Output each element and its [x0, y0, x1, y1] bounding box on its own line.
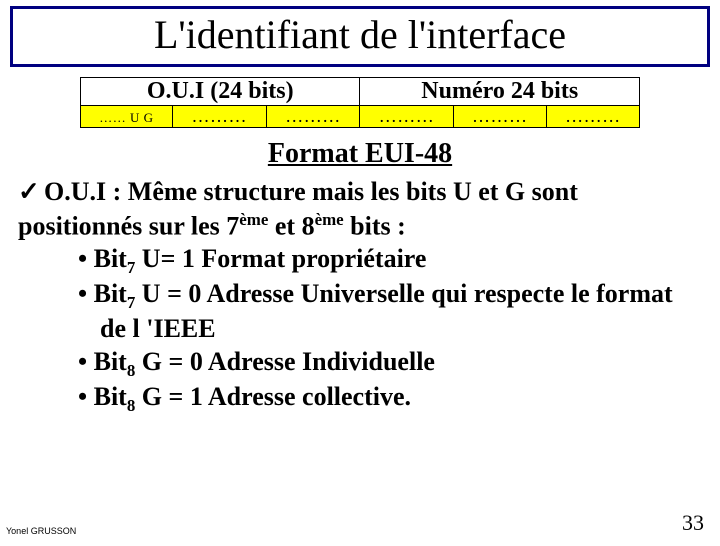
bullet-4: • Bit8 G = 1 Adresse collective.	[78, 381, 702, 416]
check-icon: ✓	[18, 175, 44, 208]
byte-cell-6: ………	[546, 106, 639, 128]
byte-table: O.U.I (24 bits) Numéro 24 bits …… U G ………	[80, 77, 640, 128]
byte-cell-2: ………	[172, 106, 266, 128]
bullet-3: • Bit8 G = 0 Adresse Individuelle	[78, 346, 702, 381]
byte-cell-3: ………	[266, 106, 360, 128]
byte-cell-5: ………	[453, 106, 546, 128]
header-numero: Numéro 24 bits	[360, 78, 640, 106]
bullet-2: • Bit7 U = 0 Adresse Universelle qui res…	[78, 278, 702, 346]
footer-author: Yonel GRUSSON	[6, 526, 76, 536]
bullet-1: • Bit7 U= 1 Format propriétaire	[78, 243, 702, 278]
bullet-list: • Bit7 U= 1 Format propriétaire • Bit7 U…	[78, 243, 702, 417]
slide-title-bar: L'identifiant de l'interface	[10, 6, 710, 67]
page-number: 33	[682, 510, 704, 536]
slide-title: L'identifiant de l'interface	[154, 12, 566, 57]
format-title: Format EUI-48	[18, 136, 702, 171]
byte-cell-4: ………	[360, 106, 453, 128]
body-content: Format EUI-48 ✓O.U.I : Même structure ma…	[18, 136, 702, 416]
oui-description: ✓O.U.I : Même structure mais les bits U …	[18, 175, 702, 243]
byte-cell-1: …… U G	[81, 106, 173, 128]
header-oui: O.U.I (24 bits)	[81, 78, 360, 106]
